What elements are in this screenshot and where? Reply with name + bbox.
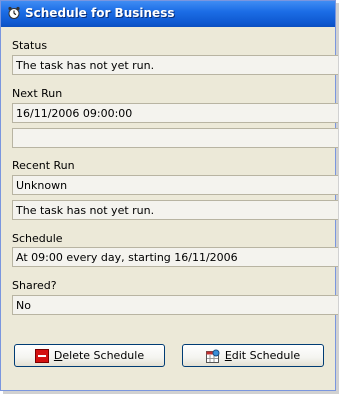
schedule-field: At 09:00 every day, starting 16/11/2006 [12, 247, 338, 267]
delete-schedule-label: Delete Schedule [53, 349, 145, 362]
delete-schedule-button[interactable]: Delete Schedule [14, 344, 165, 367]
recent-run-result-field: The task has not yet run. [12, 200, 338, 220]
delete-icon [34, 348, 49, 363]
shared-label: Shared? [12, 279, 57, 292]
next-run-field: 16/11/2006 09:00:00 [12, 103, 338, 123]
schedule-details: Status The task has not yet run. Next Ru… [8, 27, 338, 390]
status-field: The task has not yet run. [12, 55, 338, 75]
edit-schedule-button[interactable]: Edit Schedule [182, 344, 324, 367]
edit-schedule-label: Edit Schedule [224, 349, 301, 362]
schedule-label: Schedule [12, 232, 63, 245]
status-label: Status [12, 39, 48, 52]
title-bar[interactable]: Schedule for Business [1, 1, 335, 27]
edit-calendar-icon [205, 349, 220, 363]
recent-run-field: Unknown [12, 175, 338, 195]
window-title: Schedule for Business [25, 6, 175, 20]
shared-field: No [12, 295, 338, 315]
next-run-detail-field [12, 128, 338, 148]
alarm-clock-icon [7, 6, 21, 20]
schedule-window: Schedule for Business Status The task ha… [0, 0, 338, 391]
recent-run-label: Recent Run [12, 159, 75, 172]
next-run-label: Next Run [12, 87, 63, 100]
